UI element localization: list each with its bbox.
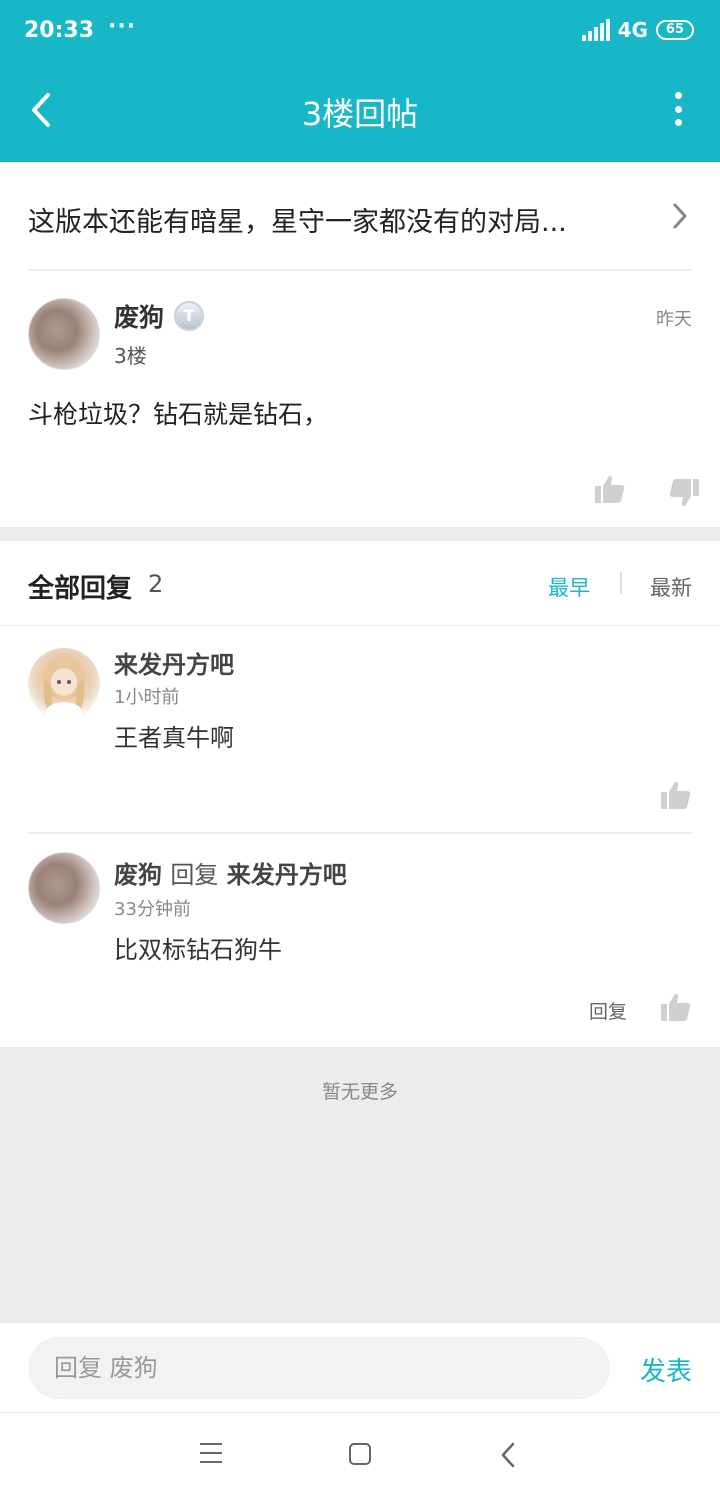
divider (28, 832, 692, 834)
reply-time: 1小时前 (114, 687, 180, 708)
post-author[interactable]: 废狗 (114, 298, 164, 334)
thread-link[interactable]: 这版本还能有暗星，星守一家都没有的对局... (0, 162, 720, 270)
reply-author[interactable]: 废狗 (114, 861, 162, 889)
no-more-text: 暂无更多 (321, 1081, 398, 1103)
battery-icon: 65 (655, 20, 694, 40)
reply-content: 比双标钻石狗牛 (114, 936, 282, 964)
sort-separator (620, 572, 622, 594)
thumbs-up-icon[interactable] (660, 780, 692, 810)
avatar[interactable] (28, 648, 100, 720)
reply-time: 33分钟前 (114, 899, 191, 920)
status-indicators: 4G 65 (581, 18, 694, 42)
sort-earliest-tab[interactable]: 最早 (548, 572, 590, 602)
reply-author-line: 废狗 回复 来发丹方吧 (114, 855, 347, 890)
replies-count: 2 (148, 570, 164, 598)
network-type: 4G (617, 18, 648, 42)
thumbs-down-icon[interactable] (668, 478, 700, 508)
avatar[interactable] (28, 852, 100, 924)
signal-icon (581, 19, 610, 41)
reply-button[interactable]: 回复 (589, 997, 627, 1024)
thumbs-up-icon[interactable] (594, 474, 626, 504)
thumbs-up-icon[interactable] (660, 992, 692, 1022)
reply-input[interactable] (28, 1337, 610, 1399)
status-time: 20:33 (24, 18, 95, 43)
section-gap (0, 527, 720, 541)
sort-newest-tab[interactable]: 最新 (650, 572, 692, 602)
avatar-image (43, 656, 85, 720)
reply-content: 王者真牛啊 (114, 724, 234, 752)
chevron-right-icon (673, 203, 687, 229)
menu-icon[interactable] (200, 1443, 222, 1463)
system-navigation-bar (0, 1413, 720, 1499)
reply-author[interactable]: 来发丹方吧 (114, 645, 234, 680)
page-title: 3楼回帖 (301, 95, 419, 133)
divider (0, 625, 720, 626)
status-notification-dots: ··· (108, 14, 137, 39)
home-icon[interactable] (349, 1443, 371, 1465)
post-content: 斗枪垃圾？钻石就是钻石， (28, 400, 329, 429)
divider (28, 269, 692, 271)
replies-title: 全部回复 (28, 574, 133, 604)
more-vertical-icon (674, 92, 682, 99)
reply-target[interactable]: 来发丹方吧 (227, 861, 347, 889)
reply-verb: 回复 (170, 861, 219, 889)
level-badge: T (174, 301, 204, 331)
floor-number: 3楼 (114, 344, 147, 368)
more-options-button[interactable] (670, 92, 686, 126)
send-button[interactable]: 发表 (640, 1351, 692, 1388)
avatar[interactable] (28, 298, 100, 370)
thread-title: 这版本还能有暗星，星守一家都没有的对局... (28, 207, 567, 238)
system-back-icon[interactable] (500, 1441, 516, 1469)
app-header: 20:33 ··· 4G 65 3楼回帖 (0, 0, 720, 162)
post-time: 昨天 (656, 309, 692, 330)
reply-input-bar: 发表 (0, 1323, 720, 1413)
